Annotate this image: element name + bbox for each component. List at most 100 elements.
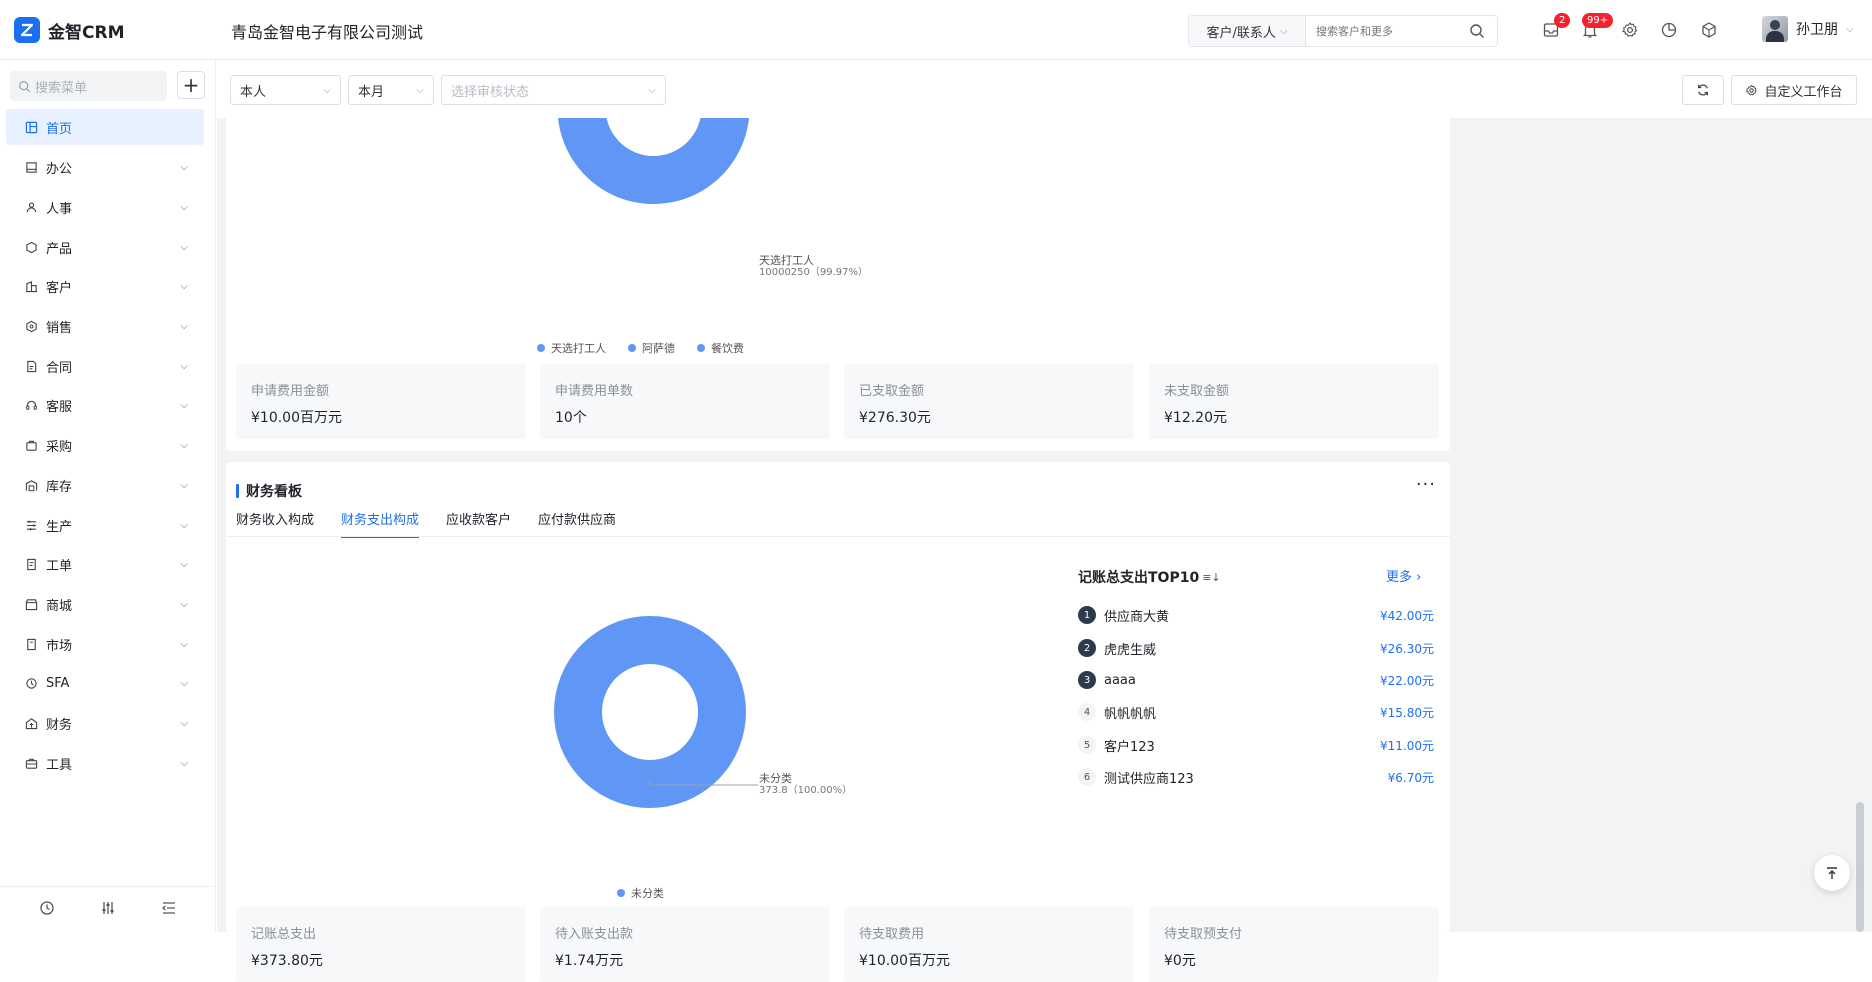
toolbox-icon: [24, 756, 38, 770]
stat-card[interactable]: 记账总支出 ¥373.80元: [236, 907, 526, 982]
app-logo[interactable]: 金智CRM: [14, 17, 124, 43]
legend-label: 阿萨德: [642, 342, 675, 355]
sidebar-item-store[interactable]: 商城 ⌵: [6, 585, 204, 625]
cube-icon: [1702, 22, 1716, 38]
chevron-down-icon: ⌵: [180, 678, 188, 690]
customize-workbench-button[interactable]: 自定义工作台: [1731, 75, 1857, 105]
sidebar-item-hr[interactable]: 人事 ⌵: [6, 188, 204, 228]
rank-amount: ¥11.00元: [1380, 738, 1434, 753]
sidebar-item-label: 销售: [46, 321, 73, 337]
sidebar-item-sfa[interactable]: SFA ⌵: [6, 664, 204, 704]
report-button[interactable]: [1659, 20, 1679, 40]
add-button[interactable]: +: [177, 71, 205, 99]
legend-item[interactable]: 未分类: [617, 885, 664, 901]
chevron-down-icon: ⌵: [648, 84, 656, 96]
period-select[interactable]: 本月 ⌵: [348, 75, 434, 105]
stat-card[interactable]: 待支取费用 ¥10.00百万元: [844, 907, 1134, 982]
owner-select-value: 本人: [240, 84, 267, 100]
ranking-row[interactable]: 3 aaaa ¥22.00元: [1078, 669, 1434, 691]
status-select[interactable]: 选择审核状态 ⌵: [441, 75, 666, 105]
sidebar-item-service[interactable]: 客服 ⌵: [6, 386, 204, 426]
pie-label-name: 天选打工人: [759, 254, 814, 267]
sidebar-item-inventory[interactable]: 库存 ⌵: [6, 466, 204, 506]
sidebar-item-tools[interactable]: 工具 ⌵: [6, 743, 204, 783]
sales-icon: [24, 320, 38, 334]
legend-dot: [617, 889, 625, 897]
chevron-down-icon: ⌵: [180, 400, 188, 412]
sort-icon[interactable]: ≡↓: [1202, 571, 1220, 584]
pie-slice[interactable]: [558, 118, 750, 204]
avatar: [1762, 16, 1788, 42]
search-button[interactable]: [1461, 23, 1493, 39]
sidebar-item-office[interactable]: 办公 ⌵: [6, 148, 204, 188]
owner-select[interactable]: 本人 ⌵: [230, 75, 341, 105]
history-button[interactable]: [39, 900, 55, 920]
sidebar-item-label: 生产: [46, 519, 73, 535]
sidebar-item-home[interactable]: 首页: [6, 109, 204, 145]
company-name: 青岛金智电子有限公司测试: [231, 23, 424, 42]
cube-button[interactable]: [1699, 20, 1719, 40]
gear-icon: [1622, 22, 1638, 37]
sidebar-item-ticket[interactable]: 工单 ⌵: [6, 545, 204, 585]
stat-label: 待入账支出款: [555, 927, 634, 942]
stat-card[interactable]: 已支取金额 ¥276.30元: [844, 364, 1134, 439]
sidebar-item-finance[interactable]: 财务 ⌵: [6, 704, 204, 744]
pie-slice[interactable]: [554, 616, 746, 808]
user-name: 孙卫朋: [1796, 22, 1838, 38]
legend-item[interactable]: 天选打工人: [537, 340, 606, 356]
ranking-row[interactable]: 1 供应商大黄 ¥42.00元: [1078, 604, 1434, 626]
more-options-button[interactable]: ···: [1416, 474, 1436, 495]
stat-card[interactable]: 申请费用金额 ¥10.00百万元: [236, 364, 526, 439]
ranking-row[interactable]: 4 帆帆帆帆 ¥15.80元: [1078, 701, 1434, 723]
store-icon: [24, 597, 38, 611]
chevron-down-icon: ⌵: [323, 84, 331, 96]
ranking-row[interactable]: 2 虎虎生威 ¥26.30元: [1078, 637, 1434, 659]
sidebar-item-product[interactable]: 产品 ⌵: [6, 227, 204, 267]
building-icon: [24, 280, 38, 294]
menu-search[interactable]: 搜索菜单: [10, 71, 167, 101]
collapse-sidebar-button[interactable]: [161, 900, 177, 920]
sidebar-item-label: 市场: [46, 638, 73, 654]
chevron-down-icon: ⌵: [180, 717, 188, 729]
finance-dashboard-card: 财务看板 ··· 财务收入构成 财务支出构成 应收款客户 应付款供应商 未分类 …: [226, 462, 1450, 982]
rank-amount: ¥26.30元: [1380, 641, 1434, 656]
search-input[interactable]: [1306, 17, 1461, 45]
notification-badge: 99+: [1582, 13, 1614, 28]
stat-card[interactable]: 待支取预支付 ¥0元: [1149, 907, 1439, 982]
sidebar-item-market[interactable]: 市场 ⌵: [6, 624, 204, 664]
chart-legend: 未分类: [617, 885, 686, 901]
notification-button[interactable]: 99+: [1580, 13, 1614, 40]
stat-card[interactable]: 待入账支出款 ¥1.74万元: [540, 907, 830, 982]
legend-dot: [628, 344, 636, 352]
more-link[interactable]: 更多 ›: [1386, 566, 1421, 585]
ranking-row[interactable]: 6 测试供应商123 ¥6.70元: [1078, 766, 1434, 788]
sidebar-item-production[interactable]: 生产 ⌵: [6, 505, 204, 545]
legend-item[interactable]: 餐饮费: [697, 340, 744, 356]
rank-amount: ¥42.00元: [1380, 608, 1434, 623]
legend-label: 天选打工人: [551, 342, 606, 355]
user-menu[interactable]: 孙卫朋 ⌵: [1762, 16, 1854, 42]
chart-legend: 天选打工人 阿萨德 餐饮费: [537, 340, 766, 356]
ranking-row[interactable]: 5 客户123 ¥11.00元: [1078, 734, 1434, 756]
chevron-down-icon: ⌵: [180, 281, 188, 293]
settings-button[interactable]: [1620, 20, 1640, 40]
scrollbar-thumb[interactable]: [1856, 802, 1864, 932]
message-button[interactable]: 2: [1541, 13, 1571, 40]
stat-card[interactable]: 未支取金额 ¥12.20元: [1149, 364, 1439, 439]
stat-card[interactable]: 申请费用单数 10个: [540, 364, 830, 439]
adjust-button[interactable]: [100, 900, 116, 920]
search-type-select[interactable]: 客户/联系人 ⌵: [1189, 16, 1306, 46]
sidebar-item-purchase[interactable]: 采购 ⌵: [6, 426, 204, 466]
legend-item[interactable]: 阿萨德: [628, 340, 675, 356]
chevron-down-icon: ⌵: [180, 440, 188, 452]
sidebar-item-label: 客户: [46, 281, 73, 297]
contract-icon: [24, 359, 38, 373]
sidebar-item-customer[interactable]: 客户 ⌵: [6, 267, 204, 307]
menu-search-placeholder: 搜索菜单: [35, 80, 88, 96]
refresh-button[interactable]: [1682, 75, 1724, 105]
sidebar-item-sales[interactable]: 销售 ⌵: [6, 307, 204, 347]
sidebar-item-contract[interactable]: 合同 ⌵: [6, 346, 204, 386]
back-to-top-button[interactable]: [1814, 855, 1850, 891]
top-bar: 金智CRM 青岛金智电子有限公司测试 客户/联系人 ⌵ 2 99+ 孙卫朋 ⌵: [0, 0, 1872, 60]
stat-label: 申请费用金额: [251, 384, 330, 399]
